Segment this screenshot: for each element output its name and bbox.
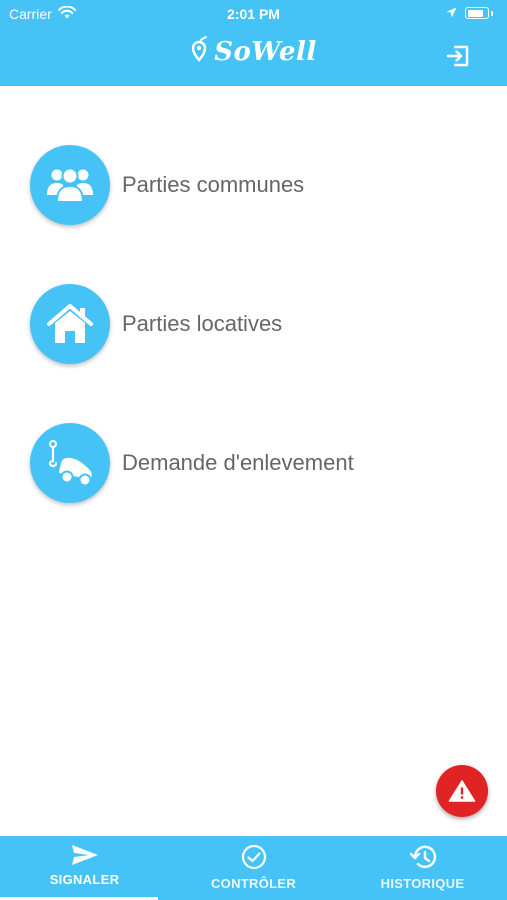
warning-icon <box>448 780 476 802</box>
check-circle-icon <box>241 844 266 870</box>
menu-item-label: Parties communes <box>122 172 305 197</box>
send-icon <box>71 845 98 865</box>
alert-button[interactable] <box>436 765 488 817</box>
home-icon <box>47 304 93 343</box>
history-icon <box>409 845 436 869</box>
logout-button[interactable] <box>445 43 471 69</box>
menu-item-demande-enlevement[interactable]: Demande d'enlevement <box>30 422 354 504</box>
menu-item-label: Demande d'enlevement <box>122 450 354 475</box>
menu-item-parties-locatives[interactable]: Parties locatives <box>30 283 282 365</box>
status-time: 2:01 PM <box>227 6 280 22</box>
tab-historique[interactable]: HISTORIQUE <box>338 836 507 900</box>
tab-controler[interactable]: CONTRÔLER <box>169 836 338 900</box>
battery-tip <box>491 10 493 16</box>
logo-icon <box>190 36 208 67</box>
status-right <box>446 5 493 21</box>
tab-label: CONTRÔLER <box>210 876 297 891</box>
home-icon-circle <box>30 284 110 364</box>
top-bar: Carrier 2:01 PM SoWell <box>0 0 507 86</box>
menu-item-parties-communes[interactable]: Parties communes <box>30 144 304 226</box>
logout-icon <box>446 45 469 67</box>
tab-signaler[interactable]: SIGNALER <box>0 836 169 900</box>
group-icon-circle <box>30 145 110 225</box>
brand-logo: SoWell <box>0 36 507 67</box>
tab-label: SIGNALER <box>49 872 120 887</box>
group-icon <box>47 167 93 203</box>
tab-label: HISTORIQUE <box>380 876 465 891</box>
brand-name: SoWell <box>214 36 317 67</box>
bottom-tab-bar: SIGNALER CONTRÔLER HISTORIQUE <box>0 836 507 900</box>
tow-truck-icon <box>48 440 92 487</box>
menu-item-label: Parties locatives <box>122 311 283 336</box>
battery-icon <box>465 7 489 19</box>
location-arrow-icon <box>446 5 457 21</box>
tow-truck-icon-circle <box>30 423 110 503</box>
status-bar: Carrier 2:01 PM <box>0 0 507 28</box>
